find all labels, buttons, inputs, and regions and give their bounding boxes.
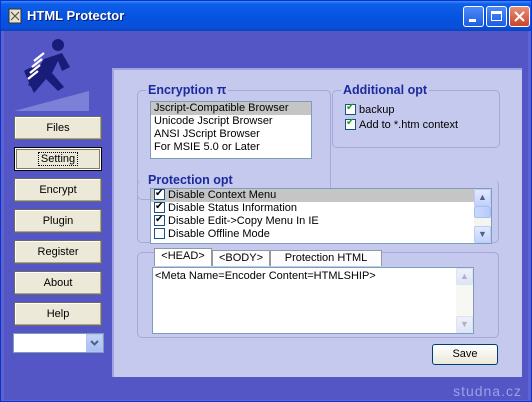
sidebar-item-label: About bbox=[43, 277, 73, 289]
scroll-thumb[interactable] bbox=[474, 206, 491, 218]
sidebar-dropdown[interactable] bbox=[13, 333, 104, 353]
sidebar-item-label: Files bbox=[46, 122, 70, 134]
checkbox-icon[interactable] bbox=[345, 117, 356, 130]
sidebar-item-help[interactable]: Help bbox=[14, 302, 102, 326]
protection-scrollbar[interactable]: ▲ ▼ bbox=[474, 189, 491, 243]
sidebar-item-plugin[interactable]: Plugin bbox=[14, 209, 102, 233]
sidebar-item-label: Encrypt bbox=[39, 184, 77, 196]
checkbox-icon[interactable] bbox=[154, 213, 165, 226]
sidebar-item-about[interactable]: About bbox=[14, 271, 102, 295]
settings-panel: Encryption π Jscript-Compatible Browser … bbox=[112, 68, 522, 379]
minimize-button[interactable] bbox=[463, 6, 484, 27]
app-window: HTML Protector Files Setting Encrypt Plu… bbox=[0, 0, 532, 402]
context-checkbox[interactable]: Add to *.htm context bbox=[345, 117, 459, 131]
list-item[interactable]: For MSIE 5.0 or Later bbox=[151, 141, 311, 154]
editor-tabs: <HEAD> <BODY> Protection HTML bbox=[154, 248, 394, 268]
maximize-button[interactable] bbox=[486, 6, 507, 27]
window-title: HTML Protector bbox=[27, 8, 125, 23]
list-item-label: Disable Status Information bbox=[168, 202, 298, 214]
sidebar-item-label: Register bbox=[37, 246, 79, 258]
protection-list[interactable]: Disable Context Menu Disable Status Info… bbox=[150, 187, 492, 244]
save-button[interactable]: Save bbox=[432, 344, 498, 365]
encryption-title: Encryption π bbox=[146, 83, 229, 97]
checkbox-label: backup bbox=[359, 104, 395, 116]
sidebar-item-label: Plugin bbox=[42, 215, 74, 227]
protection-group: Protection opt Disable Context Menu Disa… bbox=[137, 173, 499, 244]
scroll-up-icon[interactable]: ▲ bbox=[474, 189, 491, 206]
checkbox-label: Add to *.htm context bbox=[359, 119, 459, 131]
checkbox-icon[interactable] bbox=[154, 228, 165, 239]
list-item[interactable]: Disable Offline Mode bbox=[151, 228, 491, 241]
maximize-icon bbox=[491, 11, 502, 21]
editor-content[interactable]: <Meta Name=Encoder Content=HTMLSHIP> bbox=[155, 270, 376, 282]
scroll-up-icon[interactable]: ▲ bbox=[456, 268, 473, 285]
tab-body[interactable]: <BODY> bbox=[212, 250, 270, 266]
checkbox-icon[interactable] bbox=[345, 102, 356, 115]
list-item[interactable]: Unicode Jscript Browser bbox=[151, 115, 311, 128]
sidebar-item-encrypt[interactable]: Encrypt bbox=[14, 178, 102, 202]
list-item-label: Disable Edit->Copy Menu In IE bbox=[168, 215, 319, 227]
scroll-down-icon[interactable]: ▼ bbox=[474, 226, 491, 243]
html-editor[interactable]: <Meta Name=Encoder Content=HTMLSHIP> ▲ ▼ bbox=[152, 267, 474, 334]
list-item[interactable]: Disable Edit->Copy Menu In IE bbox=[151, 213, 491, 228]
sidebar-item-files[interactable]: Files bbox=[14, 116, 102, 140]
additional-title: Additional opt bbox=[341, 83, 430, 97]
scroll-down-icon[interactable]: ▼ bbox=[456, 316, 473, 333]
editor-scrollbar[interactable]: ▲ ▼ bbox=[456, 268, 473, 333]
encryption-list[interactable]: Jscript-Compatible Browser Unicode Jscri… bbox=[150, 101, 312, 159]
list-item-label: Disable Context Menu bbox=[168, 189, 277, 201]
list-item[interactable]: ANSI JScript Browser bbox=[151, 128, 311, 141]
client-area: Files Setting Encrypt Plugin Register Ab… bbox=[4, 31, 528, 400]
list-item[interactable]: Disable Status Information bbox=[151, 200, 491, 215]
sidebar-item-label: Setting bbox=[37, 152, 79, 166]
list-item[interactable]: Disable Context Menu bbox=[151, 187, 491, 202]
checkbox-icon[interactable] bbox=[154, 187, 165, 200]
sidebar-item-register[interactable]: Register bbox=[14, 240, 102, 264]
backup-checkbox[interactable]: backup bbox=[345, 102, 395, 116]
tab-head[interactable]: <HEAD> bbox=[154, 248, 212, 266]
protection-title: Protection opt bbox=[146, 173, 235, 187]
minimize-icon bbox=[469, 19, 476, 22]
close-icon bbox=[514, 11, 525, 22]
status-bar: studna.cz bbox=[4, 377, 528, 400]
checkbox-icon[interactable] bbox=[154, 200, 165, 213]
sidebar-item-setting[interactable]: Setting bbox=[14, 147, 102, 171]
chevron-down-icon[interactable] bbox=[86, 334, 103, 352]
close-button[interactable] bbox=[509, 6, 530, 27]
additional-group: Additional opt backup Add to *.htm conte… bbox=[332, 83, 500, 148]
list-item-label: Disable Offline Mode bbox=[168, 228, 270, 240]
list-item[interactable]: Jscript-Compatible Browser bbox=[151, 102, 311, 115]
app-icon bbox=[8, 8, 22, 24]
sidebar: Files Setting Encrypt Plugin Register Ab… bbox=[4, 31, 112, 400]
title-bar[interactable]: HTML Protector bbox=[1, 1, 531, 31]
watermark-text: studna.cz bbox=[453, 383, 522, 399]
runner-logo-icon bbox=[14, 39, 89, 111]
sidebar-item-label: Help bbox=[46, 308, 70, 320]
tab-protection-html[interactable]: Protection HTML bbox=[270, 250, 382, 266]
